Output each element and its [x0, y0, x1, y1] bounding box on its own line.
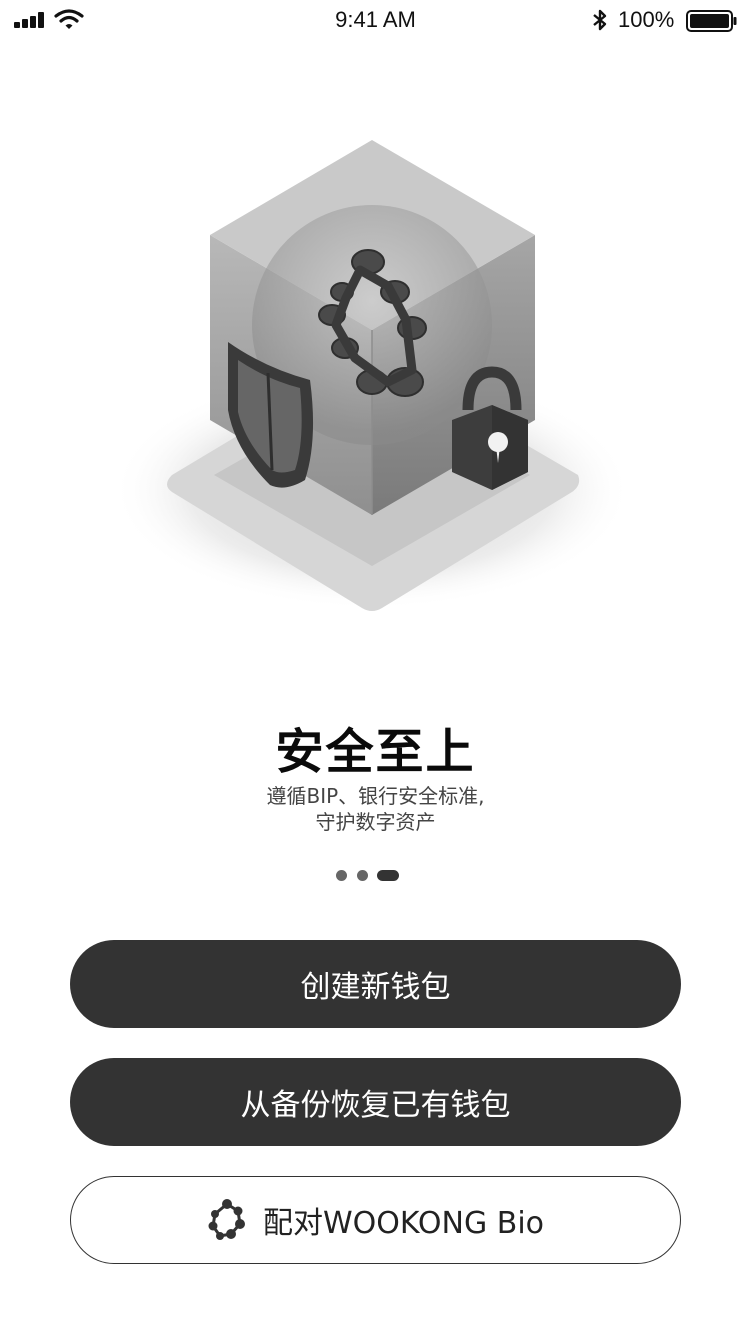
page-title: 安全至上 — [275, 724, 476, 780]
restore-wallet-label: 从备份恢复已有钱包 — [240, 1088, 511, 1123]
battery-percentage: 100% — [618, 7, 675, 32]
create-wallet-button[interactable]: 创建新钱包 — [70, 940, 681, 1028]
pair-device-label: 配对WOOKONG Bio — [262, 1206, 545, 1241]
device-link-icon — [208, 1199, 245, 1240]
page-dot-2[interactable] — [357, 870, 368, 881]
page-dot-1[interactable] — [336, 870, 347, 881]
subtitle-line-2: 守护数字资产 — [315, 810, 436, 834]
create-wallet-label: 创建新钱包 — [300, 970, 451, 1005]
page-dot-3-active[interactable] — [377, 870, 399, 881]
status-bar: 9:41 AM 100% — [0, 0, 751, 40]
bluetooth-icon — [593, 9, 607, 31]
restore-wallet-button[interactable]: 从备份恢复已有钱包 — [70, 1058, 681, 1146]
subtitle-line-1: 遵循BIP、银行安全标准, — [266, 784, 485, 808]
pair-device-button[interactable]: 配对WOOKONG Bio — [70, 1176, 681, 1264]
security-cube-illustration — [112, 140, 632, 611]
battery-icon — [686, 10, 737, 32]
page-indicator[interactable] — [336, 868, 406, 882]
